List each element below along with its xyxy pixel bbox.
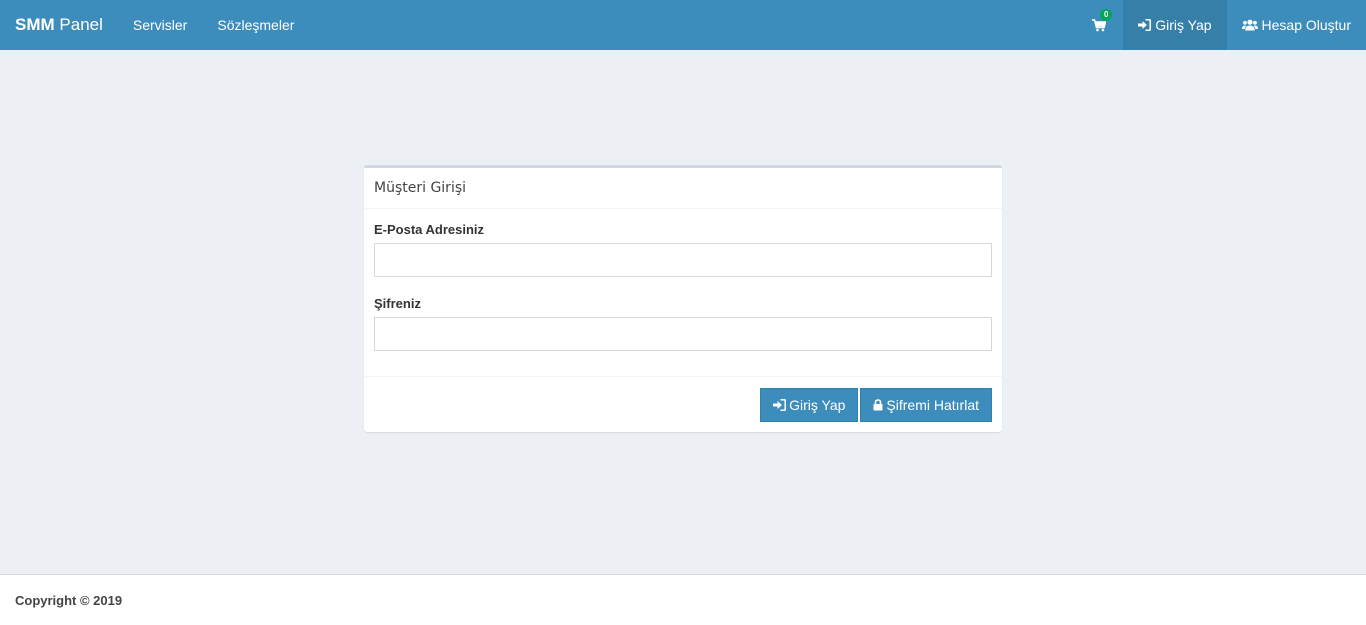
copyright-text: Copyright © 2019: [15, 593, 123, 608]
brand-bold: SMM: [15, 15, 55, 34]
login-button[interactable]: Giriş Yap: [760, 387, 859, 422]
email-label: E-Posta Adresiniz: [374, 222, 485, 237]
lock-icon: [873, 398, 883, 411]
nav-left: Servisler Sözleşmeler: [118, 0, 310, 50]
login-panel: Müşteri Girişi E-Posta Adresiniz Şifreni…: [364, 165, 1002, 432]
email-field[interactable]: [374, 243, 992, 277]
nav-register-label: Hesap Oluştur: [1261, 17, 1351, 33]
panel-title: Müşteri Girişi: [364, 168, 1002, 209]
nav-services[interactable]: Servisler: [118, 0, 202, 50]
brand-logo[interactable]: SMM Panel: [0, 0, 118, 50]
nav-register[interactable]: Hesap Oluştur: [1227, 0, 1366, 50]
password-field[interactable]: [374, 317, 992, 351]
users-icon: [1241, 19, 1258, 31]
nav-agreements[interactable]: Sözleşmeler: [202, 0, 309, 50]
top-navbar: SMM Panel Servisler Sözleşmeler 0 Giriş …: [0, 0, 1366, 50]
sign-in-icon: [1138, 19, 1152, 31]
nav-login[interactable]: Giriş Yap: [1123, 0, 1227, 50]
cart-button[interactable]: 0: [1078, 0, 1120, 50]
forgot-password-label: Şifremi Hatırlat: [886, 396, 979, 413]
sign-in-icon: [773, 398, 787, 411]
forgot-password-button[interactable]: Şifremi Hatırlat: [860, 387, 992, 422]
panel-footer: Giriş Yap Şifremi Hatırlat: [364, 376, 1002, 432]
nav-right: 0 Giriş Yap Hesap Oluştur: [1078, 0, 1366, 50]
nav-login-label: Giriş Yap: [1155, 17, 1212, 33]
page-footer: Copyright © 2019: [0, 574, 1366, 625]
panel-body: E-Posta Adresiniz Şifreniz: [364, 209, 1002, 351]
brand-rest: Panel: [59, 15, 103, 34]
password-label: Şifreniz: [374, 296, 421, 311]
login-button-label: Giriş Yap: [789, 396, 846, 413]
cart-count-badge: 0: [1100, 9, 1113, 21]
